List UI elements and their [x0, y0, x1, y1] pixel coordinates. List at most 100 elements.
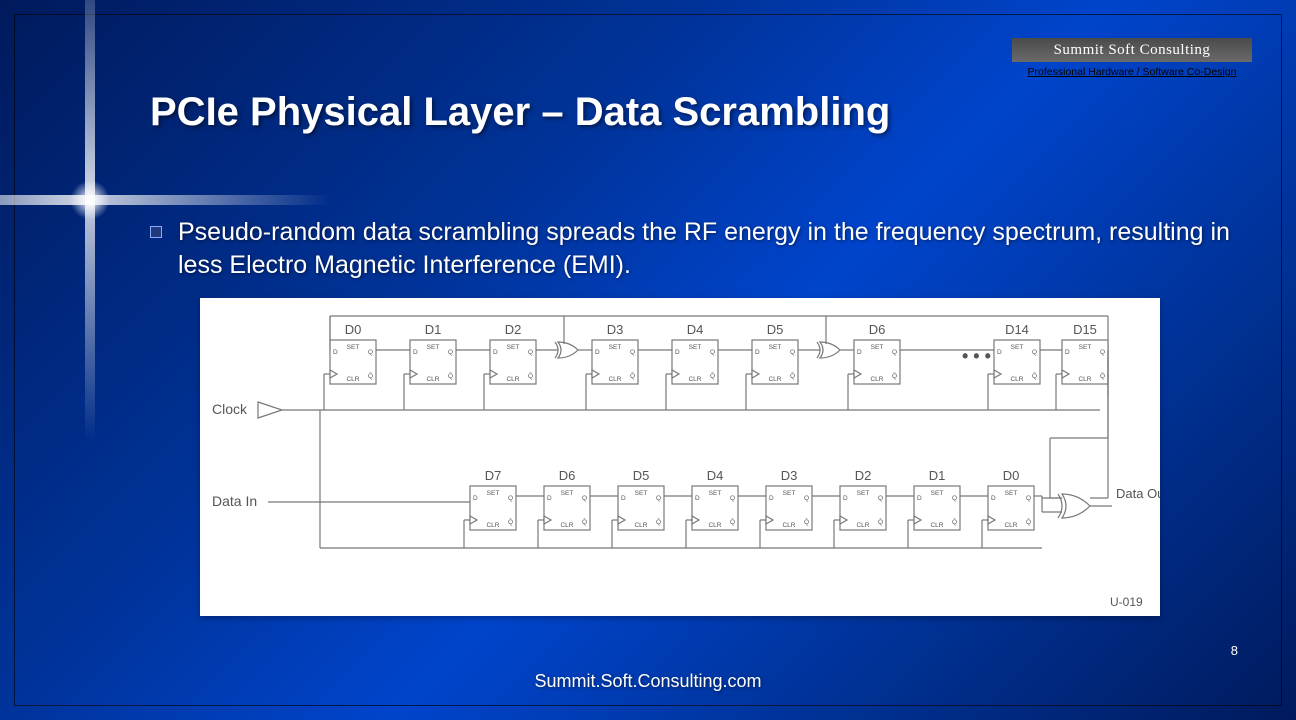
svg-text:Q: Q	[656, 495, 661, 502]
data-out-label: Data Out	[1116, 486, 1160, 501]
svg-text:Q̄: Q̄	[448, 372, 453, 380]
flipflop-D1: D1DQSETCLRQ̄	[914, 468, 960, 530]
flipflop-D4: D4DQSETCLRQ̄	[692, 468, 738, 530]
ellipsis: • • •	[962, 346, 991, 366]
flipflop-D3: D3DQSETCLRQ̄	[766, 468, 812, 530]
svg-text:D0: D0	[345, 322, 362, 337]
svg-text:CLR: CLR	[634, 522, 647, 529]
svg-text:D: D	[997, 349, 1002, 356]
svg-text:Q: Q	[582, 495, 587, 502]
svg-text:SET: SET	[609, 344, 622, 351]
svg-text:CLR: CLR	[870, 376, 883, 383]
svg-text:Q: Q	[804, 495, 809, 502]
bullet-item: Pseudo-random data scrambling spreads th…	[150, 216, 1236, 281]
flipflop-D14: D14DQSETCLRQ̄	[994, 322, 1040, 384]
svg-text:SET: SET	[783, 490, 796, 497]
svg-text:Q̄: Q̄	[582, 518, 587, 526]
svg-text:D7: D7	[485, 468, 502, 483]
svg-text:CLR: CLR	[346, 376, 359, 383]
svg-text:CLR: CLR	[1004, 522, 1017, 529]
svg-text:SET: SET	[487, 490, 500, 497]
svg-text:Q̄: Q̄	[804, 518, 809, 526]
svg-text:D14: D14	[1005, 322, 1029, 337]
svg-text:D4: D4	[687, 322, 704, 337]
svg-text:SET: SET	[871, 344, 884, 351]
flipflop-D6: D6DQSETCLRQ̄	[544, 468, 590, 530]
company-tagline: Professional Hardware / Software Co-Desi…	[1012, 66, 1252, 78]
svg-text:Q: Q	[1026, 495, 1031, 502]
svg-text:D: D	[473, 495, 478, 502]
svg-text:D: D	[413, 349, 418, 356]
svg-text:D1: D1	[425, 322, 442, 337]
svg-text:Q: Q	[710, 349, 715, 356]
flipflop-D15: D15DQSETCLRQ̄	[1062, 322, 1108, 384]
bullet-text: Pseudo-random data scrambling spreads th…	[178, 216, 1236, 281]
svg-text:D: D	[1065, 349, 1070, 356]
flipflop-D5: D5DQSETCLRQ̄	[618, 468, 664, 530]
svg-text:D: D	[333, 349, 338, 356]
svg-text:CLR: CLR	[608, 376, 621, 383]
svg-text:D5: D5	[767, 322, 784, 337]
flipflop-D6: D6DQSETCLRQ̄	[854, 322, 900, 384]
svg-text:D3: D3	[781, 468, 798, 483]
xor-output-gate	[1058, 494, 1090, 518]
svg-text:Q̄: Q̄	[892, 372, 897, 380]
page-number: 8	[1231, 643, 1238, 658]
svg-text:CLR: CLR	[856, 522, 869, 529]
svg-text:Q: Q	[892, 349, 897, 356]
svg-text:D0: D0	[1003, 468, 1020, 483]
svg-text:D1: D1	[929, 468, 946, 483]
svg-text:SET: SET	[1079, 344, 1092, 351]
svg-text:CLR: CLR	[930, 522, 943, 529]
slide-title: PCIe Physical Layer – Data Scrambling	[150, 90, 890, 135]
flipflop-D2: D2 D Q SET CLR Q̄	[840, 468, 886, 530]
svg-text:SET: SET	[507, 344, 520, 351]
svg-text:CLR: CLR	[426, 376, 439, 383]
svg-text:D2: D2	[855, 468, 872, 483]
svg-text:CLR: CLR	[1010, 376, 1023, 383]
clock-label: Clock	[212, 401, 248, 417]
svg-text:SET: SET	[635, 490, 648, 497]
svg-text:SET: SET	[427, 344, 440, 351]
svg-text:Q: Q	[368, 349, 373, 356]
svg-text:Q̄: Q̄	[656, 518, 661, 526]
svg-text:CLR: CLR	[1078, 376, 1091, 383]
svg-text:CLR: CLR	[506, 376, 519, 383]
svg-text:CLR: CLR	[688, 376, 701, 383]
svg-text:D: D	[493, 349, 498, 356]
svg-text:Q̄: Q̄	[1026, 518, 1031, 526]
svg-text:SET: SET	[347, 344, 360, 351]
svg-text:D4: D4	[707, 468, 724, 483]
scrambler-diagram: Clock Data In D0DQSETCLRQ̄D1DQSETCLRQ̄D2…	[200, 298, 1160, 616]
svg-text:D6: D6	[559, 468, 576, 483]
svg-text:Q̄: Q̄	[790, 372, 795, 380]
svg-text:D15: D15	[1073, 322, 1097, 337]
svg-text:D: D	[755, 349, 760, 356]
svg-text:Q: Q	[448, 349, 453, 356]
svg-text:Q̄: Q̄	[878, 518, 883, 526]
svg-text:SET: SET	[561, 490, 574, 497]
svg-text:D6: D6	[869, 322, 886, 337]
svg-text:Q̄: Q̄	[508, 518, 513, 526]
diagram-svg: Clock Data In D0DQSETCLRQ̄D1DQSETCLRQ̄D2…	[200, 298, 1160, 616]
svg-text:D3: D3	[607, 322, 624, 337]
xor-tap-D6	[817, 342, 840, 358]
flipflop-D3: D3DQSETCLRQ̄	[592, 322, 638, 384]
svg-text:Q: Q	[1032, 349, 1037, 356]
svg-text:D2: D2	[505, 322, 522, 337]
xor-tap-D3	[555, 342, 578, 358]
svg-text:D: D	[595, 349, 600, 356]
flipflop-D0: D0DQSETCLRQ̄	[988, 468, 1034, 530]
flipflop-D0: D0DQSETCLRQ̄	[330, 322, 376, 384]
svg-text:Q̄: Q̄	[528, 372, 533, 380]
svg-text:D: D	[843, 495, 848, 502]
bullet-square-icon	[150, 226, 162, 238]
svg-text:D: D	[695, 495, 700, 502]
flipflop-D5: D5DQSETCLRQ̄	[752, 322, 798, 384]
svg-text:SET: SET	[857, 490, 870, 497]
svg-text:Q: Q	[878, 495, 883, 502]
footer-url: Summit.Soft.Consulting.com	[0, 671, 1296, 692]
svg-text:Q: Q	[952, 495, 957, 502]
svg-text:CLR: CLR	[486, 522, 499, 529]
svg-text:CLR: CLR	[560, 522, 573, 529]
